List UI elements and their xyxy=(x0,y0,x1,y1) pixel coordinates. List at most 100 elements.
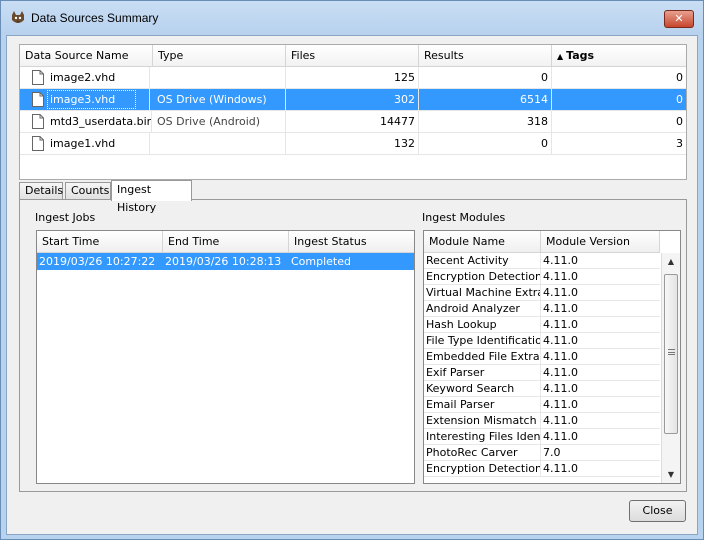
file-icon xyxy=(32,114,44,129)
module-name: Virtual Machine Extra... xyxy=(424,285,541,301)
file-icon xyxy=(32,92,44,107)
file-icon xyxy=(32,136,44,151)
col-header-ingest-status[interactable]: Ingest Status xyxy=(289,231,414,253)
sort-ascending-icon: ▲ xyxy=(557,52,564,61)
job-end-time: 2019/03/26 10:28:13 xyxy=(165,255,282,268)
module-version: 4.11.0 xyxy=(543,350,578,363)
module-version: 4.11.0 xyxy=(543,398,578,411)
datasource-tags: 0 xyxy=(676,115,683,128)
module-name: File Type Identification xyxy=(426,333,541,349)
module-version: 4.11.0 xyxy=(543,286,578,299)
module-row[interactable]: Encryption Detection 4.11.0 xyxy=(424,461,660,477)
ingest-jobs-table: Start Time End Time Ingest Status 2019/0… xyxy=(36,230,415,484)
autopsy-dog-icon xyxy=(12,11,24,23)
module-version: 4.11.0 xyxy=(543,414,578,427)
datasource-results: 0 xyxy=(419,67,552,89)
file-icon xyxy=(32,70,44,85)
datasource-results: 6514 xyxy=(419,89,552,111)
col-header-type[interactable]: Type xyxy=(153,45,286,67)
module-name: Interesting Files Iden... xyxy=(426,429,541,445)
module-row[interactable]: Keyword Search 4.11.0 xyxy=(424,381,660,397)
datasource-name: mtd3_userdata.bin xyxy=(50,111,152,133)
ingest-history-panel: Ingest Jobs Ingest Modules Start Time En… xyxy=(19,199,687,492)
module-row[interactable]: Hash Lookup 4.11.0 xyxy=(424,317,660,333)
col-header-start-time[interactable]: Start Time xyxy=(37,231,163,253)
datasource-type: OS Drive (Android) xyxy=(153,111,286,133)
modules-scrollbar[interactable]: ▲ ▼ xyxy=(661,253,680,483)
table-row[interactable]: image2.vhd 125 0 0 xyxy=(20,67,686,89)
module-version: 4.11.0 xyxy=(543,302,578,315)
module-version: 4.11.0 xyxy=(543,254,578,267)
module-row[interactable]: PhotoRec Carver 7.0 xyxy=(424,445,660,461)
col-header-tags[interactable]: ▲ Tags xyxy=(552,45,686,67)
col-header-files[interactable]: Files xyxy=(286,45,419,67)
grip-icon xyxy=(668,349,675,355)
datasource-tags: 3 xyxy=(676,137,683,150)
window-close-button[interactable]: ✕ xyxy=(664,10,694,28)
module-version: 4.11.0 xyxy=(543,366,578,379)
module-name: PhotoRec Carver xyxy=(424,445,541,461)
datasource-files: 132 xyxy=(286,133,419,155)
module-name: Android Analyzer xyxy=(424,301,541,317)
dialog-content: Data Source Name Type Files Results ▲ Tag… xyxy=(6,35,698,535)
datasource-files: 125 xyxy=(286,67,419,89)
col-header-end-time[interactable]: End Time xyxy=(163,231,289,253)
col-header-name[interactable]: Data Source Name xyxy=(20,45,153,67)
datasource-results: 318 xyxy=(419,111,552,133)
tab-details[interactable]: Details xyxy=(19,182,63,200)
module-row[interactable]: Exif Parser 4.11.0 xyxy=(424,365,660,381)
module-name: Hash Lookup xyxy=(424,317,541,333)
module-version: 4.11.0 xyxy=(543,270,578,283)
module-version: 4.11.0 xyxy=(543,318,578,331)
module-name: Keyword Search xyxy=(424,381,541,397)
ingest-jobs-label: Ingest Jobs xyxy=(35,211,96,224)
datasource-results: 0 xyxy=(419,133,552,155)
job-start-time: 2019/03/26 10:27:22 xyxy=(39,255,156,268)
window-title: Data Sources Summary xyxy=(31,11,159,25)
ingest-modules-table: Module Name Module Version Recent Activi… xyxy=(423,230,681,484)
close-button[interactable]: Close xyxy=(629,500,686,522)
module-name: Exif Parser xyxy=(424,365,541,381)
scroll-down-arrow-icon[interactable]: ▼ xyxy=(662,466,680,483)
module-name: Embedded File Extrac... xyxy=(426,349,541,365)
datasource-type: OS Drive (Windows) xyxy=(153,89,286,111)
module-name: Recent Activity xyxy=(424,253,541,269)
job-status: Completed xyxy=(291,255,351,268)
col-header-module-version[interactable]: Module Version xyxy=(541,231,660,253)
table-row[interactable]: image1.vhd 132 0 3 xyxy=(20,133,686,155)
module-row[interactable]: Encryption Detection 4.11.0 xyxy=(424,269,660,285)
scroll-up-arrow-icon[interactable]: ▲ xyxy=(662,253,680,270)
tab-ingest-history[interactable]: Ingest History xyxy=(111,180,192,214)
datasource-type xyxy=(153,67,286,89)
datasource-name: image1.vhd xyxy=(50,133,150,155)
dialog-window: Data Sources Summary ✕ Data Source Name … xyxy=(0,0,704,540)
table-row-selected[interactable]: image3.vhd OS Drive (Windows) 302 6514 0 xyxy=(20,89,686,111)
datasource-tags: 0 xyxy=(676,93,683,106)
table-row[interactable]: mtd3_userdata.bin OS Drive (Android) 144… xyxy=(20,111,686,133)
ingest-job-row-selected[interactable]: 2019/03/26 10:27:22 2019/03/26 10:28:13 … xyxy=(37,253,414,270)
module-version: 4.11.0 xyxy=(543,334,578,347)
close-icon: ✕ xyxy=(674,12,684,25)
scrollbar-thumb[interactable] xyxy=(664,274,678,434)
module-row[interactable]: Email Parser 4.11.0 xyxy=(424,397,660,413)
datasource-tags: 0 xyxy=(676,71,683,84)
module-row[interactable]: File Type Identification 4.11.0 xyxy=(424,333,660,349)
module-name: Email Parser xyxy=(424,397,541,413)
module-row[interactable]: Virtual Machine Extra...4.11.0 xyxy=(424,285,660,301)
datasource-files: 14477 xyxy=(286,111,419,133)
module-row[interactable]: Interesting Files Iden... 4.11.0 xyxy=(424,429,660,445)
module-row[interactable]: Extension Mismatch ... 4.11.0 xyxy=(424,413,660,429)
datasource-name: image2.vhd xyxy=(50,67,150,89)
module-row[interactable]: Android Analyzer 4.11.0 xyxy=(424,301,660,317)
title-bar[interactable]: Data Sources Summary ✕ xyxy=(1,1,703,35)
col-header-module-name[interactable]: Module Name xyxy=(424,231,541,253)
datasource-files: 302 xyxy=(286,89,419,111)
col-header-results[interactable]: Results xyxy=(419,45,552,67)
module-version: 7.0 xyxy=(543,446,561,459)
module-name: Extension Mismatch ... xyxy=(426,413,541,429)
module-row[interactable]: Recent Activity 4.11.0 xyxy=(424,253,660,269)
module-row[interactable]: Embedded File Extrac...4.11.0 xyxy=(424,349,660,365)
module-version: 4.11.0 xyxy=(543,382,578,395)
tab-counts[interactable]: Counts xyxy=(65,182,111,200)
module-version: 4.11.0 xyxy=(543,462,578,475)
